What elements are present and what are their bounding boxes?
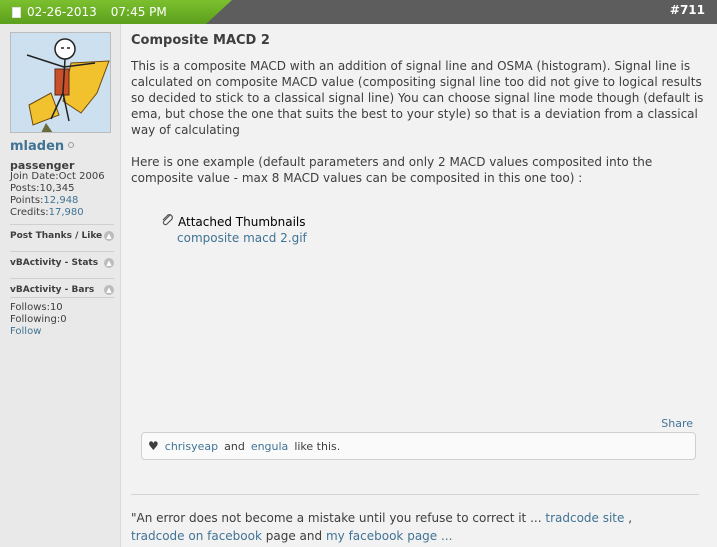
signature-quote: "An error does not become a mistake unti… xyxy=(131,511,542,525)
post-time-text: 07:45 PM xyxy=(110,5,167,19)
post-paragraph: This is a composite MACD with an additio… xyxy=(131,59,704,137)
post-header-bar: 02-26-2013 07:45 PM #711 xyxy=(0,0,717,24)
collapse-icon[interactable]: ▲ xyxy=(104,285,114,295)
section-vbactivity-stats[interactable]: vBActivity - Stats ▲ xyxy=(10,258,114,268)
following-count: Following:0 xyxy=(10,314,67,325)
user-stats: Join Date:Oct 2006 Posts:10,345 Points:1… xyxy=(10,171,105,219)
post-number-link[interactable]: #711 xyxy=(670,3,705,17)
username[interactable]: mladen xyxy=(10,139,75,154)
posts-value: 10,345 xyxy=(39,183,75,194)
like-user-link[interactable]: chrisyeap xyxy=(165,440,218,453)
collapse-icon[interactable]: ▲ xyxy=(104,231,114,241)
post-paragraph: Here is one example (default parameters … xyxy=(131,155,653,185)
share-button[interactable]: Share xyxy=(661,417,693,430)
signature: "An error does not become a mistake unti… xyxy=(131,509,709,545)
divider xyxy=(10,251,114,252)
follow-info: Follows:10 Following:0 Follow xyxy=(10,302,67,338)
likes-suffix: like this. xyxy=(294,439,341,453)
attachments-label: Attached Thumbnails xyxy=(178,214,306,229)
section-post-thanks[interactable]: Post Thanks / Like ▲ xyxy=(10,231,114,241)
post-title: Composite MACD 2 xyxy=(131,33,270,48)
username-link[interactable]: mladen xyxy=(10,139,64,154)
collapse-icon[interactable]: ▲ xyxy=(104,258,114,268)
post-content: Composite MACD 2 This is a composite MAC… xyxy=(121,24,717,547)
tradcode-facebook-link[interactable]: tradcode on facebook xyxy=(131,529,262,543)
heart-icon: ♥ xyxy=(148,439,159,453)
user-sidebar: mladen passenger Join Date:Oct 2006 Post… xyxy=(0,24,121,547)
likes-box: ♥ chrisyeap and engula like this. xyxy=(141,432,696,460)
points-count: Points:12,948 xyxy=(10,195,105,207)
credits-link[interactable]: 17,980 xyxy=(49,207,84,218)
stick-figure-avatar-icon xyxy=(11,33,110,132)
attachments: Attached Thumbnails composite macd 2.gif xyxy=(161,213,307,246)
post-icon xyxy=(12,6,21,18)
posts-count: Posts:10,345 xyxy=(10,183,105,195)
tradcode-site-link[interactable]: tradcode site xyxy=(545,511,624,525)
attachment-link[interactable]: composite macd 2.gif xyxy=(177,230,307,246)
signature-comma: , xyxy=(628,511,633,525)
offline-status-icon xyxy=(68,142,75,148)
signature-divider xyxy=(131,494,699,495)
like-user-link[interactable]: engula xyxy=(251,440,289,453)
section-vbactivity-bars[interactable]: vBActivity - Bars ▲ xyxy=(10,285,114,295)
attachments-header: Attached Thumbnails xyxy=(161,213,307,230)
posts-label: Posts: xyxy=(10,183,40,194)
divider xyxy=(10,224,114,225)
section-label: vBActivity - Bars xyxy=(10,285,95,295)
post-body: This is a composite MACD with an additio… xyxy=(131,58,709,202)
paperclip-icon xyxy=(161,213,174,230)
credits-label: Credits: xyxy=(10,207,49,218)
section-label: Post Thanks / Like xyxy=(10,231,103,241)
section-label: vBActivity - Stats xyxy=(10,258,99,268)
signature-middle: page and xyxy=(265,529,323,543)
follows-count: Follows:10 xyxy=(10,302,63,313)
avatar[interactable] xyxy=(10,32,111,133)
likes-and: and xyxy=(224,439,245,453)
credits-count: Credits:17,980 xyxy=(10,207,105,219)
post-date: 02-26-2013 07:45 PM xyxy=(12,5,167,19)
points-link[interactable]: 12,948 xyxy=(43,195,78,206)
divider xyxy=(10,297,114,298)
post-date-text: 02-26-2013 xyxy=(27,5,97,19)
follow-link[interactable]: Follow xyxy=(10,326,67,338)
join-date: Join Date:Oct 2006 xyxy=(10,171,105,182)
points-label: Points: xyxy=(10,195,44,206)
divider xyxy=(10,278,114,279)
my-facebook-page-link[interactable]: my facebook page ... xyxy=(326,529,452,543)
